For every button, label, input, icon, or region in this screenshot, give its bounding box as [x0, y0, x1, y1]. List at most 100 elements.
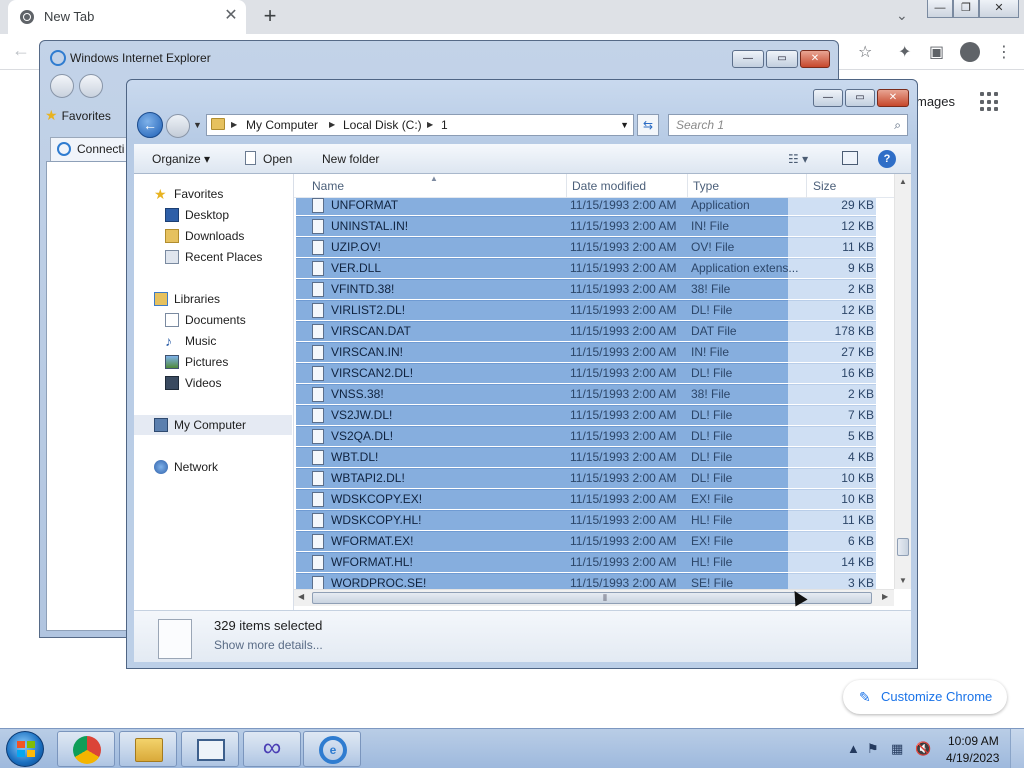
- show-desktop-button[interactable]: [1010, 729, 1024, 768]
- google-images-link[interactable]: mages: [916, 94, 955, 109]
- file-row[interactable]: VER.DLL 11/15/1993 2:00 AM Application ext…: [296, 258, 878, 279]
- file-row[interactable]: VIRSCAN.DAT 11/15/1993 2:00 AM DAT File 178…: [296, 321, 878, 342]
- nav-music[interactable]: ♪ Music: [134, 331, 292, 351]
- preview-pane-icon[interactable]: [842, 151, 858, 165]
- vertical-scrollbar[interactable]: ▲ ▼: [894, 174, 911, 589]
- scroll-right-arrow-icon[interactable]: ▶: [882, 592, 888, 601]
- ie-forward-button[interactable]: [79, 74, 103, 98]
- taskbar-infinity-app-button[interactable]: ∞: [243, 731, 301, 767]
- file-row[interactable]: VIRSCAN.IN! 11/15/1993 2:00 AM IN! File 27 …: [296, 342, 878, 363]
- chrome-tab-new-tab[interactable]: New Tab ✕: [8, 0, 246, 34]
- new-folder-button[interactable]: New folder: [322, 152, 379, 166]
- ie-tab-connecting[interactable]: Connecti: [50, 137, 138, 161]
- chrome-new-tab-button[interactable]: +: [258, 5, 282, 29]
- nav-favorites[interactable]: ★ Favorites: [134, 184, 292, 204]
- explorer-back-button[interactable]: ←: [137, 112, 163, 138]
- nav-libraries[interactable]: Libraries: [134, 289, 292, 309]
- action-center-flag-icon[interactable]: ⚑: [867, 741, 879, 757]
- breadcrumb-my-computer[interactable]: My Computer: [246, 115, 318, 135]
- scroll-left-arrow-icon[interactable]: ◀: [298, 592, 304, 601]
- search-input[interactable]: Search 1 ⌕: [668, 114, 908, 136]
- breadcrumb-local-disk[interactable]: Local Disk (C:): [343, 115, 422, 135]
- address-bar[interactable]: ▶ My Computer ▶ Local Disk (C:) ▶ 1 ▼: [206, 114, 634, 136]
- clock-date[interactable]: 4/19/2023: [946, 751, 999, 765]
- ie-minimize-button[interactable]: —: [732, 50, 764, 68]
- file-row[interactable]: VNSS.38! 11/15/1993 2:00 AM 38! File 2 KB: [296, 384, 878, 405]
- volume-muted-icon[interactable]: 🔇: [915, 741, 931, 757]
- nav-downloads[interactable]: Downloads: [134, 226, 292, 246]
- taskbar-chrome-button[interactable]: [57, 731, 115, 767]
- refresh-icon[interactable]: ⇆: [637, 114, 659, 136]
- file-row[interactable]: UZIP.OV! 11/15/1993 2:00 AM OV! File 11 KB: [296, 237, 878, 258]
- breadcrumb-folder-1[interactable]: 1: [441, 115, 448, 135]
- chrome-menu-icon[interactable]: ⋮: [996, 42, 1012, 62]
- file-row[interactable]: VS2JW.DL! 11/15/1993 2:00 AM DL! File 7 KB: [296, 405, 878, 426]
- vertical-scroll-thumb[interactable]: [897, 538, 909, 556]
- nav-network[interactable]: Network: [134, 457, 292, 477]
- file-row[interactable]: VFINTD.38! 11/15/1993 2:00 AM 38! File 2 KB: [296, 279, 878, 300]
- file-row[interactable]: VS2QA.DL! 11/15/1993 2:00 AM DL! File 5 KB: [296, 426, 878, 447]
- chrome-tab-close-icon[interactable]: ✕: [222, 7, 240, 25]
- explorer-forward-button[interactable]: [166, 114, 190, 138]
- open-button[interactable]: Open: [263, 152, 292, 166]
- column-separator[interactable]: [566, 174, 567, 198]
- bookmark-star-icon[interactable]: ☆: [858, 42, 872, 62]
- profile-avatar[interactable]: [960, 42, 980, 62]
- start-button[interactable]: [6, 731, 44, 767]
- file-row[interactable]: WFORMAT.EX! 11/15/1993 2:00 AM EX! File 6 K…: [296, 531, 878, 552]
- organize-button[interactable]: Organize ▾: [152, 152, 210, 166]
- address-dropdown-icon[interactable]: ▼: [620, 115, 629, 135]
- explorer-minimize-button[interactable]: —: [813, 89, 843, 107]
- recent-pages-dropdown-icon[interactable]: ▼: [193, 120, 202, 130]
- file-row[interactable]: VIRLIST2.DL! 11/15/1993 2:00 AM DL! File 12…: [296, 300, 878, 321]
- chrome-close-button[interactable]: ✕: [979, 0, 1019, 18]
- ie-close-button[interactable]: ✕: [800, 50, 830, 68]
- network-icon[interactable]: ▦: [891, 741, 903, 757]
- chrome-minimize-button[interactable]: —: [927, 0, 953, 18]
- extensions-puzzle-icon[interactable]: ✦: [898, 42, 911, 62]
- nav-pictures[interactable]: Pictures: [134, 352, 292, 372]
- ie-favorites-button[interactable]: ★ Favorites: [45, 107, 137, 131]
- file-row[interactable]: UNFORMAT 11/15/1993 2:00 AM Application 29 …: [296, 198, 878, 216]
- show-hidden-icons-arrow[interactable]: ▲: [847, 741, 860, 756]
- breadcrumb-arrow-icon[interactable]: ▶: [329, 115, 335, 135]
- scroll-up-arrow-icon[interactable]: ▲: [899, 177, 907, 186]
- side-panel-icon[interactable]: ▣: [929, 42, 944, 62]
- taskbar-explorer-button[interactable]: [119, 731, 177, 767]
- column-type[interactable]: Type: [693, 179, 719, 193]
- file-row[interactable]: WBT.DL! 11/15/1993 2:00 AM DL! File 4 KB: [296, 447, 878, 468]
- ie-back-button[interactable]: [50, 74, 74, 98]
- change-view-icon[interactable]: ☷ ▾: [788, 152, 808, 166]
- nav-my-computer[interactable]: My Computer: [134, 415, 292, 435]
- nav-videos[interactable]: Videos: [134, 373, 292, 393]
- taskbar-window-button[interactable]: [181, 731, 239, 767]
- chrome-tab-search-chevron-icon[interactable]: ⌄: [896, 7, 908, 24]
- file-row[interactable]: WFORMAT.HL! 11/15/1993 2:00 AM HL! File 14 …: [296, 552, 878, 573]
- column-size[interactable]: Size: [813, 179, 836, 193]
- file-row[interactable]: WORDPROC.SE! 11/15/1993 2:00 AM SE! File 3 …: [296, 573, 878, 589]
- breadcrumb-arrow-icon[interactable]: ▶: [231, 115, 237, 135]
- nav-recent-places[interactable]: Recent Places: [134, 247, 292, 267]
- taskbar-ie-button[interactable]: e: [303, 731, 361, 767]
- file-row[interactable]: VIRSCAN2.DL! 11/15/1993 2:00 AM DL! File 16…: [296, 363, 878, 384]
- help-icon[interactable]: ?: [878, 150, 896, 168]
- scroll-down-arrow-icon[interactable]: ▼: [899, 576, 907, 585]
- breadcrumb-arrow-icon[interactable]: ▶: [427, 115, 433, 135]
- file-row[interactable]: WDSKCOPY.HL! 11/15/1993 2:00 AM HL! File 11…: [296, 510, 878, 531]
- nav-documents[interactable]: Documents: [134, 310, 292, 330]
- column-separator[interactable]: [806, 174, 807, 198]
- customize-chrome-button[interactable]: ✎ Customize Chrome: [843, 680, 1007, 714]
- file-row[interactable]: WDSKCOPY.EX! 11/15/1993 2:00 AM EX! File 10…: [296, 489, 878, 510]
- explorer-window[interactable]: — ▭ ✕ ← ▼ ▶ My Computer ▶ Local Disk (C:…: [126, 79, 918, 669]
- clock-time[interactable]: 10:09 AM: [948, 734, 999, 748]
- google-apps-grid-icon[interactable]: [980, 92, 1000, 112]
- column-date-modified[interactable]: Date modified: [572, 179, 646, 193]
- explorer-close-button[interactable]: ✕: [877, 89, 909, 107]
- nav-desktop[interactable]: Desktop: [134, 205, 292, 225]
- magnifier-icon[interactable]: ⌕: [894, 115, 901, 135]
- column-name[interactable]: Name: [312, 179, 344, 193]
- column-separator[interactable]: [687, 174, 688, 198]
- explorer-maximize-button[interactable]: ▭: [845, 89, 875, 107]
- chrome-restore-button[interactable]: ❐: [953, 0, 979, 18]
- file-row[interactable]: UNINSTAL.IN! 11/15/1993 2:00 AM IN! File 12…: [296, 216, 878, 237]
